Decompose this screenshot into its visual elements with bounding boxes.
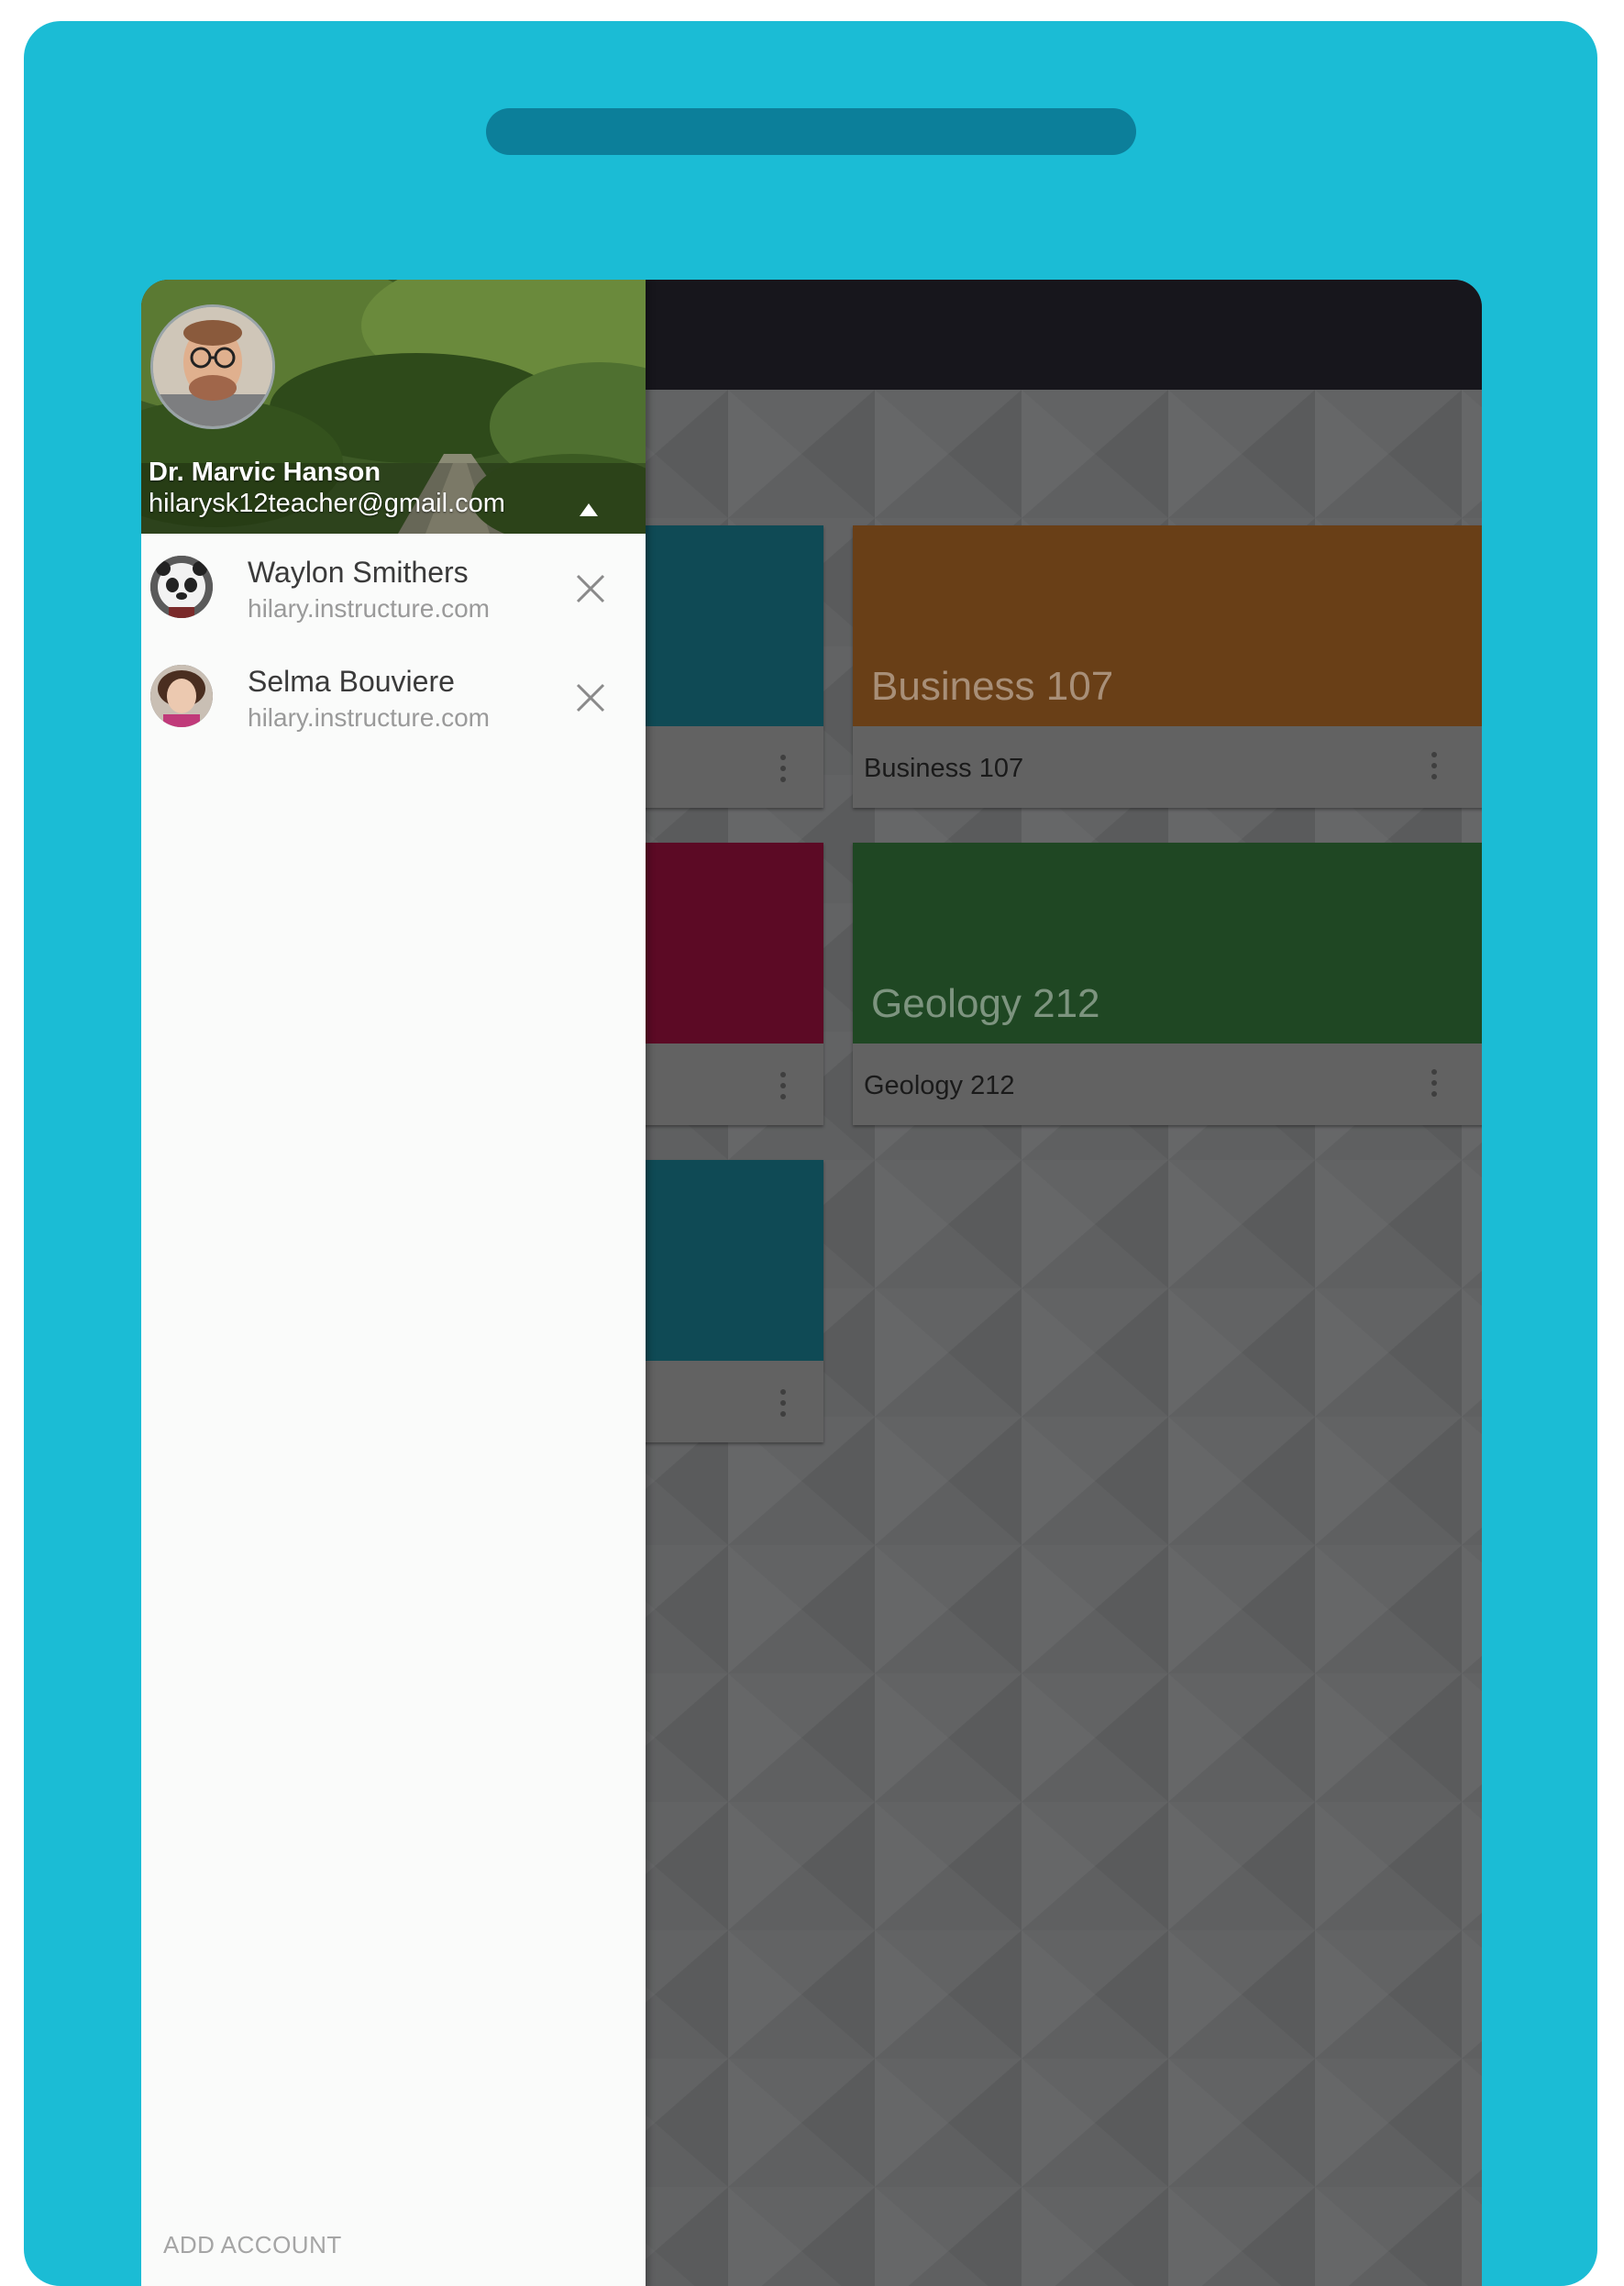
course-card-geology[interactable]: Geology 212 Geology 212: [853, 843, 1482, 1125]
course-card-footer: Business 107: [853, 726, 1482, 808]
drawer-header[interactable]: Dr. Marvic Hanson hilarysk12teacher@gmai…: [141, 280, 646, 534]
device-speaker: [486, 108, 1136, 155]
caret-up-icon[interactable]: [580, 503, 598, 516]
course-card-title: Business 107: [871, 664, 1114, 709]
account-drawer: Dr. Marvic Hanson hilarysk12teacher@gmai…: [141, 280, 646, 2286]
account-item[interactable]: Selma Bouviere hilary.instructure.com: [141, 643, 646, 751]
profile-name: Dr. Marvic Hanson: [149, 458, 381, 487]
user-photo-icon: [150, 665, 213, 727]
panda-avatar-icon: [150, 556, 213, 618]
course-card-color: Geology 212: [853, 843, 1482, 1044]
account-domain: hilary.instructure.com: [248, 594, 491, 623]
profile-photo: [153, 307, 272, 426]
add-account-button[interactable]: ADD ACCOUNT: [163, 2231, 342, 2259]
profile-email: hilarysk12teacher@gmail.com: [149, 489, 505, 518]
overflow-menu-icon[interactable]: [1429, 1069, 1440, 1102]
account-item[interactable]: Waylon Smithers hilary.instructure.com: [141, 534, 646, 642]
course-card-subtitle: Business 107: [864, 754, 1024, 783]
app-screen: Business 107 Business 107 Geology 212 Ge…: [141, 280, 1482, 2286]
overflow-menu-icon[interactable]: [778, 755, 789, 788]
course-card-footer: Geology 212: [853, 1044, 1482, 1125]
account-domain: hilary.instructure.com: [248, 703, 491, 732]
course-card-business[interactable]: Business 107 Business 107: [853, 525, 1482, 808]
account-avatar: [150, 556, 213, 618]
course-card-title: Geology 212: [871, 981, 1100, 1026]
overflow-menu-icon[interactable]: [778, 1072, 789, 1105]
account-name: Waylon Smithers: [248, 556, 469, 589]
overflow-menu-icon[interactable]: [1429, 752, 1440, 785]
account-name: Selma Bouviere: [248, 665, 455, 698]
overflow-menu-icon[interactable]: [778, 1389, 789, 1422]
device-frame: Business 107 Business 107 Geology 212 Ge…: [24, 21, 1597, 2286]
close-icon[interactable]: [572, 679, 609, 716]
course-card-subtitle: Geology 212: [864, 1071, 1015, 1100]
course-card-color: Business 107: [853, 525, 1482, 726]
close-icon[interactable]: [572, 570, 609, 607]
profile-avatar: [150, 304, 275, 429]
account-avatar: [150, 665, 213, 727]
